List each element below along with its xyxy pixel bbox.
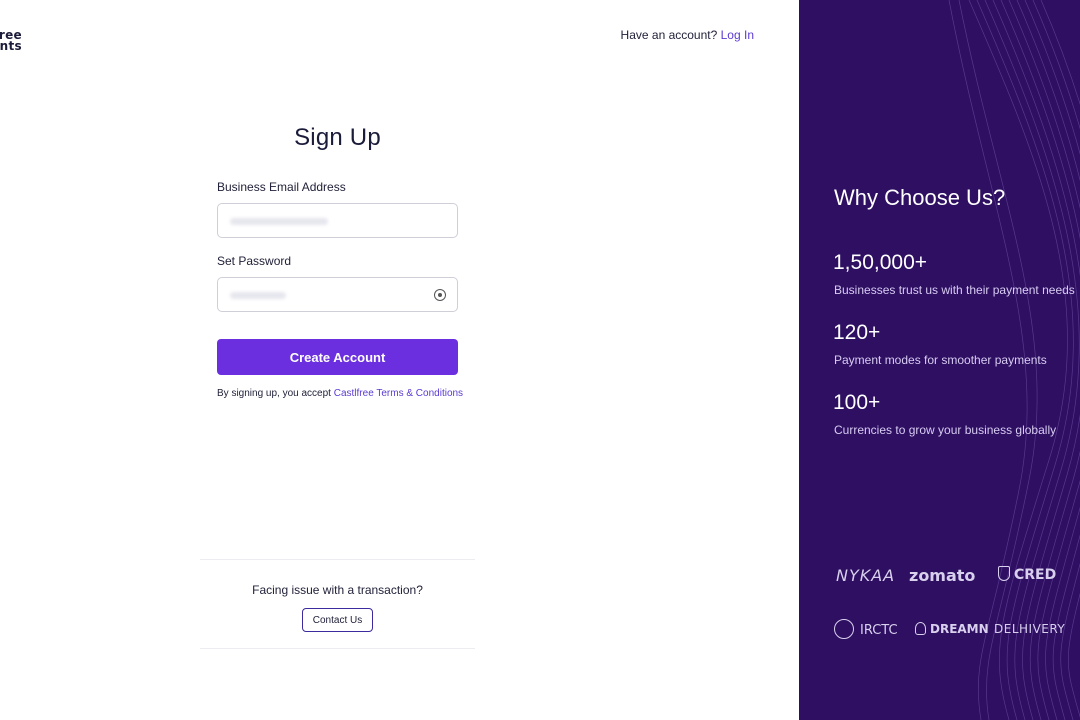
email-label: Business Email Address [217,180,346,194]
stat-currencies-value: 100+ [833,391,881,414]
show-password-icon[interactable] [434,289,446,301]
login-prompt-text: Have an account? [620,28,718,42]
password-value-masked [230,292,286,299]
create-account-button[interactable]: Create Account [217,339,458,375]
stat-payment-modes-desc: Payment modes for smoother payments [834,353,1047,367]
terms-prefix: By signing up, you accept [217,388,331,399]
irctc-logo-text: IRCTC [860,623,898,638]
divider-bottom [200,648,475,649]
nykaa-logo: NYKAA [836,566,896,585]
dream11-logo-text: DREAMN [930,622,989,636]
delhivery-logo: DELHIVERY [994,622,1066,636]
password-field[interactable] [217,277,458,312]
shield-icon [998,566,1010,581]
promo-heading: Why Choose Us? [834,185,1006,210]
divider-top [200,559,475,560]
stat-businesses-value: 1,50,000+ [833,251,928,274]
logo-line-2: ents [0,41,22,52]
cred-logo: CRED [998,566,1056,583]
cred-logo-text: CRED [1014,567,1057,583]
helmet-icon [915,622,926,635]
brand-logo[interactable]: free ents [0,30,22,52]
signup-form: Sign Up Business Email Address Set Passw… [217,124,463,399]
terms-notice: By signing up, you accept Castlfree Term… [217,388,463,399]
stat-payment-modes-value: 120+ [833,321,881,344]
stat-currencies-desc: Currencies to grow your business globall… [834,423,1057,437]
email-field[interactable] [217,203,458,238]
stat-businesses-desc: Businesses trust us with their payment n… [834,283,1075,297]
email-value-redacted [230,218,328,225]
logo-line-1: free [0,30,22,41]
promo-panel: Why Choose Us? 1,50,000+ Businesses trus… [799,0,1080,720]
support-text: Facing issue with a transaction? [252,583,423,597]
login-prompt-row: Have an account? Log In [621,28,754,42]
zomato-logo: zomato [909,566,976,585]
password-label: Set Password [217,254,292,268]
signup-panel: free ents Have an account? Log In Sign U… [0,0,799,720]
page-title: Sign Up [294,124,381,151]
dream11-logo: DREAMN [915,622,989,636]
contact-us-button[interactable]: Contact Us [302,608,373,632]
irctc-emblem-icon [834,619,854,639]
login-link[interactable]: Log In [721,28,754,42]
terms-link[interactable]: Castlfree Terms & Conditions [334,388,463,399]
irctc-logo: IRCTC [834,619,898,639]
